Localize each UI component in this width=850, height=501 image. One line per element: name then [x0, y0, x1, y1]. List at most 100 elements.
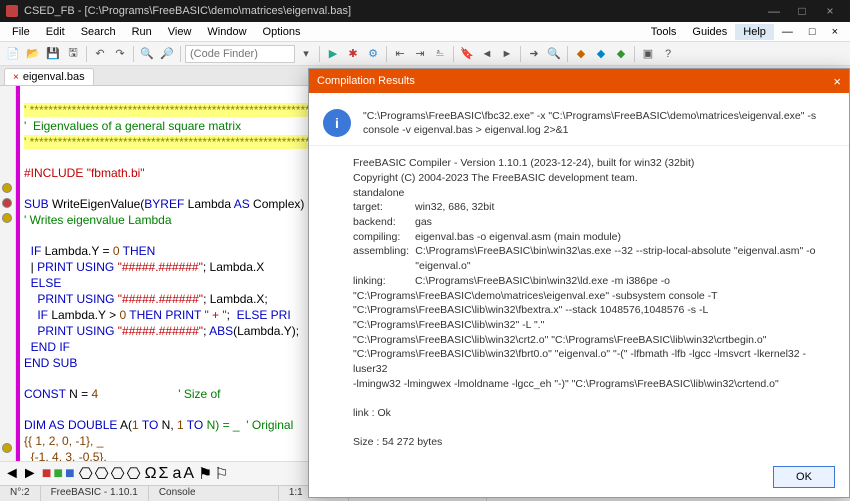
undo-icon[interactable]: ↶ [91, 45, 109, 63]
code-token: TO [139, 418, 159, 432]
output-version: FreeBASIC Compiler - Version 1.10.1 (202… [353, 156, 835, 171]
dialog-close-icon[interactable]: × [833, 74, 841, 89]
code-token: Complex) [250, 197, 305, 211]
menu-help[interactable]: Help [735, 24, 774, 40]
output-copyright: Copyright (C) 2004-2023 The FreeBASIC de… [353, 171, 835, 186]
find-icon[interactable]: 🔍 [138, 45, 156, 63]
menu-view[interactable]: View [160, 24, 200, 40]
color-a-icon[interactable]: ■ [42, 465, 52, 483]
zoom-in-icon[interactable]: 🔍 [545, 45, 563, 63]
menu-tools[interactable]: Tools [643, 24, 685, 40]
menu-file[interactable]: File [4, 24, 38, 40]
save-all-icon[interactable]: 🖫 [64, 45, 82, 63]
misc-b-icon[interactable]: ⚐ [214, 464, 228, 484]
aux-restore-icon[interactable]: □ [801, 24, 824, 40]
code-token: BYREF [144, 197, 184, 211]
tab-eigenval[interactable]: × eigenval.bas [4, 68, 94, 85]
extra-b-icon[interactable]: ⎔ [95, 464, 109, 484]
fold-mark-icon[interactable] [2, 183, 12, 193]
value-target: win32, 686, 32bit [415, 200, 494, 215]
compile-icon[interactable]: ✱ [344, 45, 362, 63]
aux-close-icon[interactable]: × [824, 24, 846, 40]
case-b-icon[interactable]: A [183, 465, 194, 483]
code-finder-input[interactable] [185, 45, 295, 63]
code-token: THEN [120, 244, 156, 258]
tool-b-icon[interactable]: ◆ [592, 45, 610, 63]
fmt-a-icon[interactable]: Ω [145, 465, 157, 483]
code-token: AS [46, 418, 65, 432]
menu-search[interactable]: Search [73, 24, 124, 40]
ok-button[interactable]: OK [773, 466, 835, 488]
fold-mark-icon[interactable] [2, 213, 12, 223]
status-compiler: FreeBASIC - 1.10.1 [41, 486, 149, 501]
output-linkok: link : Ok [353, 406, 835, 421]
fold-mark-icon[interactable] [2, 443, 12, 453]
code-line: ' **************************************… [24, 135, 338, 149]
aux-min-icon[interactable]: — [774, 24, 801, 40]
value-linking: C:\Programs\FreeBASIC\bin\win32\ld.exe -… [415, 274, 670, 289]
tool-a-icon[interactable]: ◆ [572, 45, 590, 63]
indent-in-icon[interactable]: ⇥ [411, 45, 429, 63]
bookmark-next-icon[interactable]: ► [498, 45, 516, 63]
code-token: TO [184, 418, 204, 432]
dialog-output: FreeBASIC Compiler - Version 1.10.1 (202… [309, 146, 849, 457]
new-file-icon[interactable]: 📄 [4, 45, 22, 63]
code-token: "#####.######" [118, 260, 203, 274]
run-icon[interactable]: ▶ [324, 45, 342, 63]
menu-edit[interactable]: Edit [38, 24, 73, 40]
code-token: END SUB [24, 356, 77, 370]
prev-icon[interactable]: ◄ [4, 465, 20, 483]
code-token: "#####.######" [118, 292, 203, 306]
code-token: A( [117, 418, 132, 432]
code-token: Lambda.Y > [48, 308, 120, 322]
tab-close-icon[interactable]: × [13, 72, 19, 83]
misc-a-icon[interactable]: ⚑ [198, 464, 212, 484]
extra-d-icon[interactable]: ⎔ [127, 464, 141, 484]
redo-icon[interactable]: ↷ [111, 45, 129, 63]
code-token: PRINT USING [24, 324, 118, 338]
menu-window[interactable]: Window [199, 24, 254, 40]
comment-icon[interactable]: ⎁ [431, 45, 449, 63]
fmt-b-icon[interactable]: Σ [159, 465, 169, 483]
title-bar: CSED_FB - [C:\Programs\FreeBASIC\demo\ma… [0, 0, 850, 22]
code-token: CONST [24, 387, 66, 401]
bookmark-prev-icon[interactable]: ◄ [478, 45, 496, 63]
next-icon[interactable]: ► [22, 465, 38, 483]
close-button[interactable]: × [816, 4, 844, 18]
bookmark-toggle-icon[interactable]: 🔖 [458, 45, 476, 63]
terminal-icon[interactable]: ▣ [639, 45, 657, 63]
maximize-button[interactable]: □ [788, 4, 816, 18]
color-c-icon[interactable]: ■ [65, 465, 75, 483]
dialog-command: "C:\Programs\FreeBASIC\fbc32.exe" -x "C:… [363, 109, 835, 137]
editor-gutter[interactable] [0, 86, 16, 461]
output-link6: -lmingw32 -lmingwex -lmoldname -lgcc_eh … [353, 377, 835, 392]
replace-icon[interactable]: 🔎 [158, 45, 176, 63]
fold-mark-icon[interactable] [2, 198, 12, 208]
code-token: DOUBLE [65, 418, 118, 432]
indent-out-icon[interactable]: ⇤ [391, 45, 409, 63]
dropdown-icon[interactable]: ▾ [297, 45, 315, 63]
code-line: ' Writes eigenvalue Lambda [24, 213, 172, 227]
code-token: PRINT [162, 308, 204, 322]
app-icon [6, 5, 18, 17]
open-file-icon[interactable]: 📂 [24, 45, 42, 63]
menu-options[interactable]: Options [255, 24, 309, 40]
menu-run[interactable]: Run [124, 24, 160, 40]
help-icon[interactable]: ? [659, 45, 677, 63]
code-token: AS [234, 197, 250, 211]
tool-c-icon[interactable]: ◆ [612, 45, 630, 63]
dialog-title-bar[interactable]: Compilation Results × [309, 69, 849, 93]
goto-icon[interactable]: ➜ [525, 45, 543, 63]
code-token: PRINT USING [24, 292, 118, 306]
code-token: END IF [24, 340, 70, 354]
output-link3: "C:\Programs\FreeBASIC\lib\win32\fbextra… [353, 303, 835, 332]
extra-c-icon[interactable]: ⎔ [111, 464, 125, 484]
extra-a-icon[interactable]: ⎔ [79, 464, 93, 484]
menu-guides[interactable]: Guides [684, 24, 735, 40]
save-icon[interactable]: 💾 [44, 45, 62, 63]
build-icon[interactable]: ⚙ [364, 45, 382, 63]
minimize-button[interactable]: — [760, 4, 788, 18]
color-b-icon[interactable]: ■ [53, 465, 63, 483]
case-a-icon[interactable]: a [172, 465, 181, 483]
label-linking: linking: [353, 274, 415, 289]
